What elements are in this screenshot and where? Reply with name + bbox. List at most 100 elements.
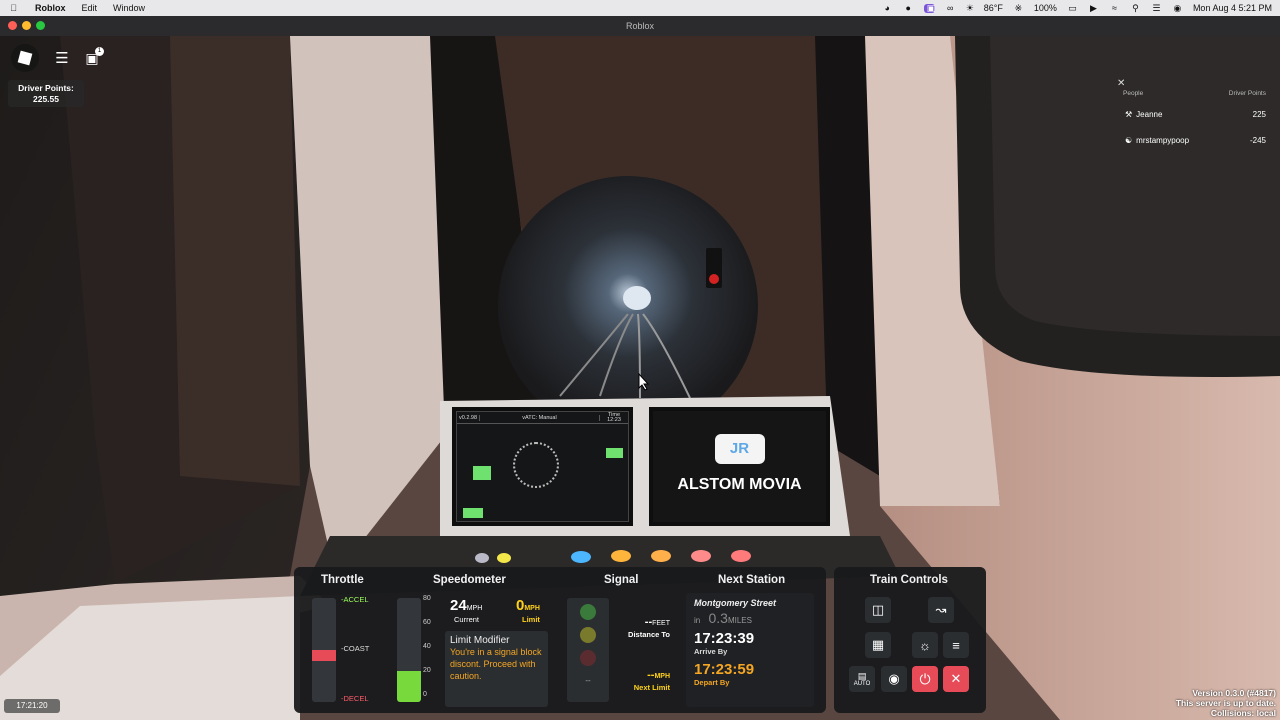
speed-tick: 80 — [423, 595, 431, 602]
game-viewport[interactable]: v0.2.98 vATC: Manual Time 12:23 JR ALSTOM… — [0, 36, 1280, 720]
menu-app-roblox[interactable]: Roblox — [35, 3, 66, 13]
route-button[interactable]: ↝ — [928, 597, 954, 623]
weather-temp[interactable]: 86°F — [984, 3, 1003, 13]
vatc-bottom-button — [463, 508, 483, 518]
speed-tick: 60 — [423, 619, 431, 626]
signal-lamp-green — [580, 604, 596, 620]
vatc-version: v0.2.98 — [459, 414, 478, 421]
headlights-button[interactable]: ☼ — [912, 632, 938, 658]
speed-bar — [397, 598, 421, 702]
signal-next-limit: --MPH Next Limit — [620, 665, 670, 692]
driver-hud-panel: Throttle -ACCEL -COAST -DECEL Speedomete… — [294, 567, 826, 713]
throttle-decel-label: -DECEL — [341, 694, 369, 703]
speed-level-fill — [397, 671, 421, 702]
speed-tick: 40 — [423, 643, 431, 650]
play-icon[interactable]: ▶ — [1088, 3, 1099, 13]
limit-modifier-text: You're in a signal block discont. Procee… — [450, 647, 542, 681]
signal-aspect-label: -- — [585, 676, 591, 685]
signal-distance-unit: FEET — [652, 620, 670, 627]
server-status-text: This server is up to date. — [1175, 698, 1276, 708]
server-version-info: Version 0.3.0 (#4817) This server is up … — [1176, 688, 1276, 718]
menu-datetime[interactable]: Mon Aug 4 5:21 PM — [1193, 3, 1272, 13]
screen-mirror-icon[interactable]: ▣ — [923, 3, 935, 13]
hamburger-menu-button[interactable]: ☰ — [48, 44, 76, 72]
zoom-window-button[interactable] — [36, 21, 45, 30]
schedule-button[interactable]: ▦ — [865, 632, 891, 658]
roblox-logo-icon — [17, 50, 33, 66]
vatc-green-bars — [473, 466, 491, 480]
siri-icon[interactable]: ◉ — [1172, 3, 1183, 13]
current-speed-value: 24 — [450, 597, 467, 614]
minimize-window-button[interactable] — [22, 21, 31, 30]
weather-icon[interactable]: ☀ — [966, 3, 974, 14]
window-titlebar: Roblox — [0, 16, 1280, 36]
signal-aspect-box: -- — [567, 598, 609, 702]
speed-ticks: 80 60 40 20 0 — [423, 595, 431, 698]
window-title: Roblox — [625, 21, 654, 31]
control-toggle-icon[interactable]: ☰ — [1151, 3, 1162, 13]
menu-bar:  Roblox Edit Window ◕ ● ▣ ∞ ☀ 86°F ※ 10… — [0, 0, 1280, 16]
signal-next-limit-label: Next Limit — [633, 683, 670, 692]
emergency-brake-button[interactable]: ⏻ — [912, 666, 938, 692]
vatc-screen: v0.2.98 vATC: Manual Time 12:23 — [456, 411, 629, 522]
leaderboard-row[interactable]: ☯ mrstampypoop -245 — [1117, 127, 1272, 153]
driver-points-value: 225.55 — [33, 94, 59, 104]
current-speed: 24MPH Current — [450, 597, 482, 624]
record-icon[interactable]: ● — [903, 3, 914, 13]
calendar-icon: ▦ — [871, 637, 885, 652]
leaderboard-col-points: Driver Points — [1228, 90, 1266, 97]
leaderboard-col-people: People — [1123, 90, 1144, 97]
creative-cloud-icon[interactable]: ∞ — [945, 3, 956, 13]
wifi-icon[interactable]: ≈ — [1109, 3, 1120, 13]
battery-percent: 100% — [1033, 3, 1057, 13]
next-station-distance-value: 0.3 — [708, 610, 728, 626]
battery-icon[interactable]: ▭ — [1067, 3, 1078, 13]
speed-limit: 0MPH Limit — [516, 597, 540, 624]
signal-title: Signal — [604, 574, 639, 586]
speedometer-title: Speedometer — [433, 574, 506, 586]
mouse-cursor-icon — [638, 373, 650, 391]
jr-logo: JR — [714, 434, 765, 464]
chat-badge: 1 — [95, 47, 104, 56]
emergency-brake-icon: ⏻ — [919, 670, 931, 687]
apple-icon[interactable]:  — [8, 3, 19, 13]
doors-button[interactable]: ◫ — [865, 597, 891, 623]
driver-points-box: Driver Points: 225.55 — [8, 80, 84, 107]
next-station-distance-unit: MILES — [727, 616, 752, 625]
arrive-label: Arrive By — [694, 647, 728, 656]
throttle-bar[interactable] — [312, 598, 336, 702]
signal-distance: --FEET Distance To — [620, 612, 670, 639]
high-beam-button[interactable]: ≡ — [943, 632, 969, 658]
speed-tick: 20 — [423, 667, 431, 674]
info-screen: JR ALSTOM MOVIA — [653, 411, 826, 522]
search-icon[interactable]: ⚲ — [1130, 3, 1141, 13]
route-icon: ↝ — [935, 602, 947, 617]
bluetooth-icon[interactable]: ※ — [1013, 3, 1024, 13]
auto-button[interactable]: ▤ AUTO — [849, 666, 875, 692]
menu-edit[interactable]: Edit — [82, 3, 98, 13]
depart-time: 17:23:59 — [694, 661, 755, 678]
throttle-level-fill — [312, 650, 336, 661]
chat-button[interactable]: ▣ 1 — [78, 44, 106, 72]
signal-next-limit-unit: MPH — [654, 673, 670, 680]
throttle-coast-label: -COAST — [341, 644, 370, 653]
limit-modifier-title: Limit Modifier — [450, 635, 510, 646]
roblox-menu-button[interactable] — [11, 44, 39, 72]
leaderboard-close-icon[interactable]: ✕ — [1117, 78, 1125, 89]
hamburger-icon: ☰ — [55, 50, 69, 67]
throttle-accel-label: -ACCEL — [341, 595, 369, 604]
menu-window[interactable]: Window — [113, 3, 145, 13]
leaderboard-row[interactable]: ⚒ Jeanne 225 — [1117, 101, 1272, 127]
exit-train-button[interactable]: ✕ — [943, 666, 969, 692]
next-station-name: Montgomery Street — [694, 598, 777, 608]
camera-button[interactable]: ◉ — [881, 666, 907, 692]
speed-tick: 0 — [423, 691, 427, 698]
version-text: Version 0.3.0 (#4817) — [1192, 688, 1276, 698]
vatc-green-indicator — [606, 448, 623, 458]
hammer-icon: ⚒ — [1125, 109, 1133, 119]
next-station-title: Next Station — [718, 574, 786, 586]
control-center-icon[interactable]: ◕ — [882, 3, 893, 13]
close-window-button[interactable] — [8, 21, 17, 30]
limit-modifier-box: Limit Modifier You're in a signal block … — [445, 631, 548, 707]
throttle-title: Throttle — [321, 574, 364, 586]
